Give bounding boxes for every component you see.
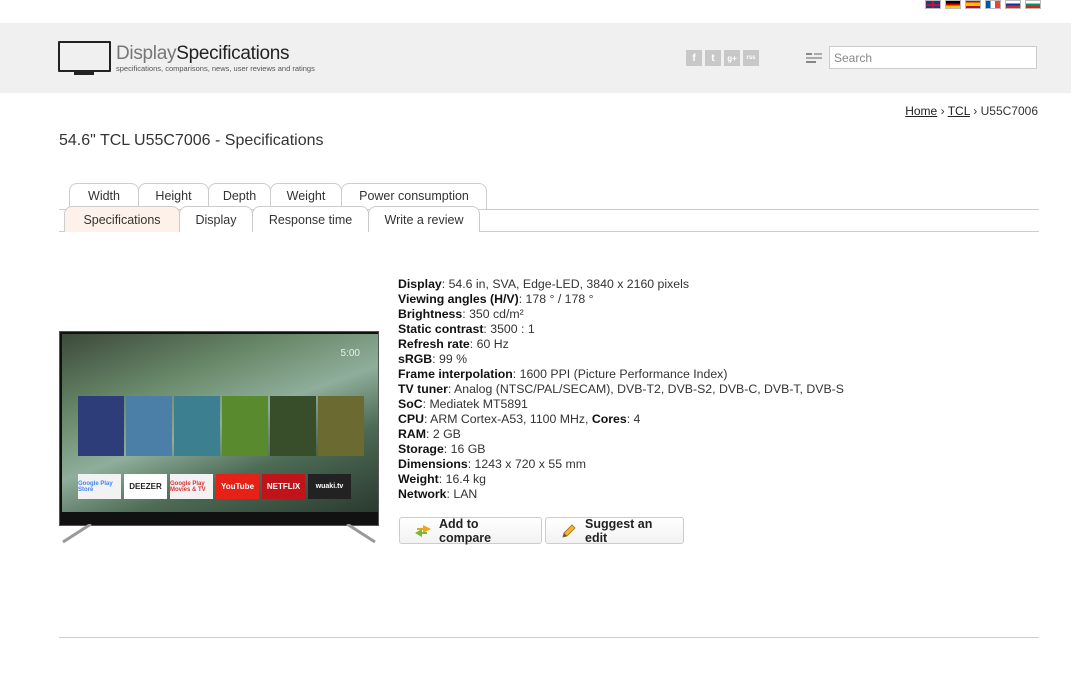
spec-dimensions: Dimensions: 1243 x 720 x 55 mm: [398, 457, 586, 471]
spec-frame-interpolation: Frame interpolation: 1600 PPI (Picture P…: [398, 367, 728, 381]
tv-stand-legs: [62, 524, 376, 544]
logo-tagline: specifications, comparisons, news, user …: [116, 64, 315, 73]
flag-bg-icon[interactable]: [1025, 0, 1041, 9]
breadcrumb-brand[interactable]: TCL: [948, 104, 970, 118]
logo-title: DisplaySpecifications: [116, 43, 290, 64]
spec-brightness: Brightness: 350 cd/m²: [398, 307, 524, 321]
pencil-icon: [560, 523, 578, 539]
breadcrumb-current: U55C7006: [980, 104, 1038, 118]
tab-display[interactable]: Display: [179, 206, 253, 232]
spec-network: Network: LAN: [398, 487, 478, 501]
spec-cpu: CPU: ARM Cortex-A53, 1100 MHz, Cores: 4: [398, 412, 641, 426]
spec-refresh-rate: Refresh rate: 60 Hz: [398, 337, 509, 351]
flag-ru-icon[interactable]: [1005, 0, 1021, 9]
compare-arrows-icon: [414, 523, 432, 539]
breadcrumb: Home › TCL › U55C7006: [905, 104, 1038, 118]
flag-en-icon[interactable]: [925, 0, 941, 9]
breadcrumb-home[interactable]: Home: [905, 104, 937, 118]
flag-fr-icon[interactable]: [985, 0, 1001, 9]
footer-divider: [59, 637, 1039, 638]
tabs-row-2: Specifications Display Response time Wri…: [64, 206, 480, 232]
rss-icon[interactable]: rss: [743, 50, 759, 66]
tab-response-time[interactable]: Response time: [252, 206, 369, 232]
site-logo[interactable]: DisplaySpecifications specifications, co…: [58, 41, 315, 77]
spec-soc: SoC: Mediatek MT5891: [398, 397, 528, 411]
spec-static-contrast: Static contrast: 3500 : 1: [398, 322, 535, 336]
spec-viewing-angles: Viewing angles (H/V): 178 ° / 178 °: [398, 292, 594, 306]
facebook-icon[interactable]: f: [686, 50, 702, 66]
search-input[interactable]: [829, 46, 1037, 69]
google-plus-icon[interactable]: g+: [724, 50, 740, 66]
language-flags: [925, 0, 1041, 9]
product-image: 5:00 Google Play Store DEEZER Google Pla…: [59, 331, 379, 546]
spec-tv-tuner: TV tuner: Analog (NTSC/PAL/SECAM), DVB-T…: [398, 382, 844, 396]
suggest-edit-button[interactable]: Suggest an edit: [545, 517, 684, 545]
tv-logo-icon: [58, 41, 111, 77]
spec-storage: Storage: 16 GB: [398, 442, 486, 456]
add-to-compare-button[interactable]: Add to compare: [399, 517, 542, 545]
spec-srgb: sRGB: 99 %: [398, 352, 468, 366]
spec-ram: RAM: 2 GB: [398, 427, 461, 441]
site-header: DisplaySpecifications specifications, co…: [0, 23, 1071, 93]
tab-specifications[interactable]: Specifications: [64, 206, 180, 232]
social-links: f t g+ rss: [686, 50, 759, 66]
menu-icon[interactable]: [806, 53, 822, 64]
tv-screen-time: 5:00: [340, 348, 360, 359]
spec-display: Display: 54.6 in, SVA, Edge-LED, 3840 x …: [398, 277, 689, 291]
flag-es-icon[interactable]: [965, 0, 981, 9]
flag-de-icon[interactable]: [945, 0, 961, 9]
twitter-icon[interactable]: t: [705, 50, 721, 66]
tab-write-review[interactable]: Write a review: [368, 206, 480, 232]
page-title: 54.6" TCL U55C7006 - Specifications: [59, 132, 324, 149]
spec-weight: Weight: 16.4 kg: [398, 472, 486, 486]
spec-list: Display: 54.6 in, SVA, Edge-LED, 3840 x …: [398, 277, 844, 502]
